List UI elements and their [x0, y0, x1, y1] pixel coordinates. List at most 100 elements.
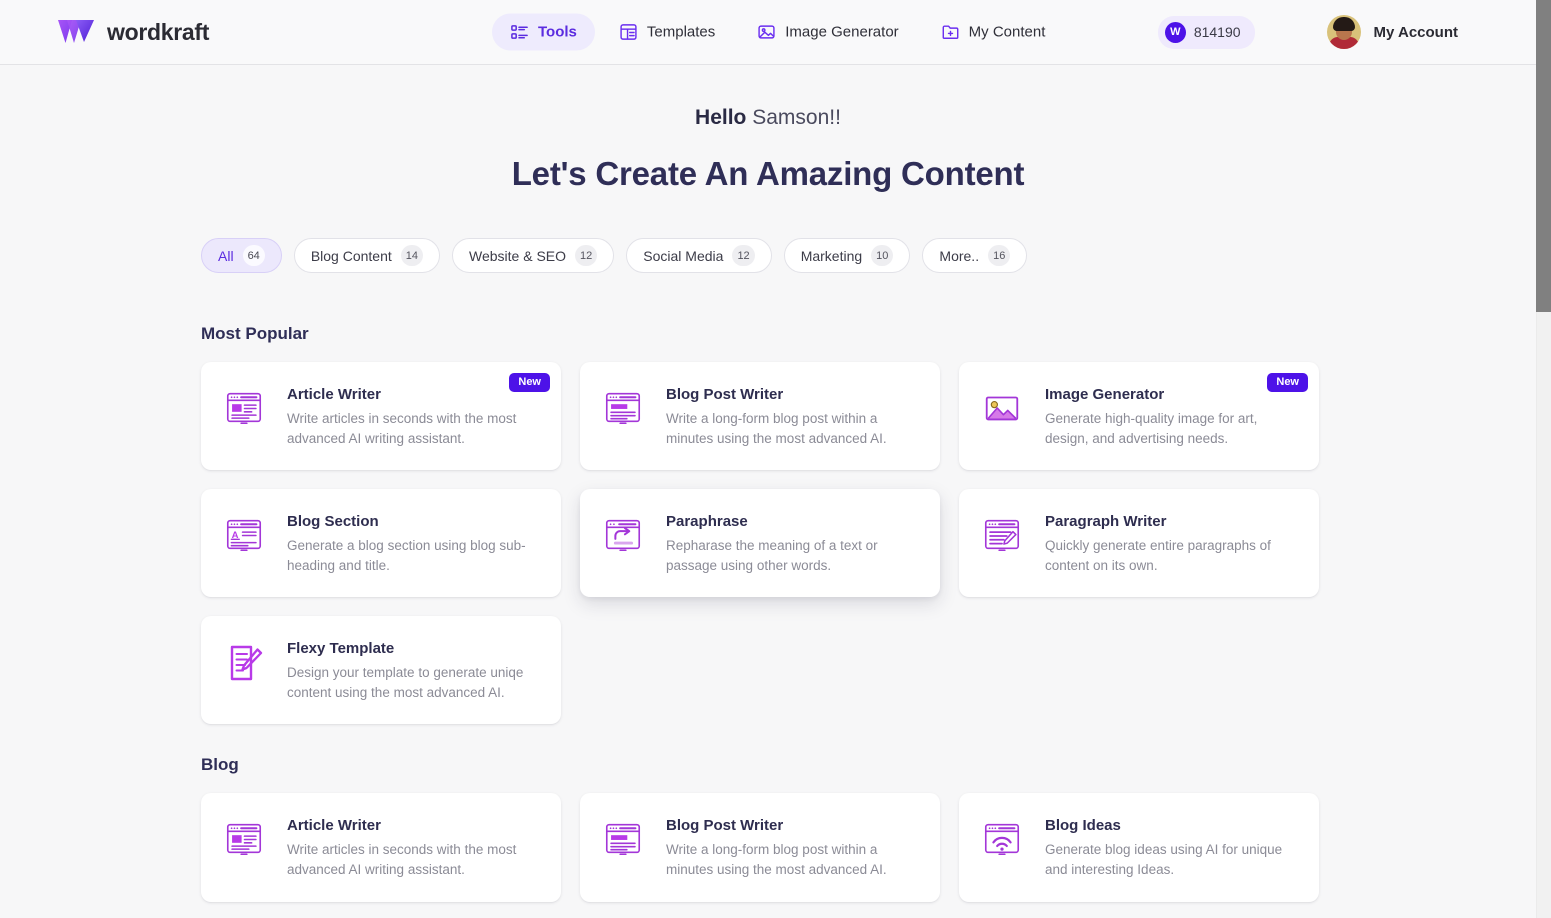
filter-pill-website-seo[interactable]: Website & SEO 12: [452, 238, 615, 273]
greeting-line: Hello Samson!!: [0, 106, 1536, 130]
status-badge-new: New: [509, 373, 550, 392]
wordkraft-w-logo-icon: [58, 18, 96, 46]
nav-label-my-content: My Content: [968, 23, 1046, 41]
tool-card-blog-post-writer[interactable]: Blog Post Writer Write a long-form blog …: [580, 793, 940, 902]
paraphrase-arrow-window-icon: [602, 514, 646, 558]
filter-label: More..: [939, 247, 980, 264]
nav-label-templates: Templates: [646, 23, 716, 41]
tool-card-grid: Article Writer Write articles in seconds…: [201, 362, 1536, 725]
tool-card-body: Blog Section Generate a blog section usi…: [287, 511, 537, 575]
filter-pill-marketing[interactable]: Marketing 10: [783, 238, 911, 273]
tool-card-paragraph-writer[interactable]: Paragraph Writer Quickly generate entire…: [959, 489, 1319, 598]
hero-section: Hello Samson!! Let's Create An Amazing C…: [0, 65, 1536, 193]
tool-card-body: Paragraph Writer Quickly generate entire…: [1045, 511, 1295, 575]
credits-badge[interactable]: W 814190: [1157, 15, 1255, 49]
tool-card-title: Blog Ideas: [1045, 817, 1121, 835]
tool-card-title: Article Writer: [287, 386, 381, 403]
grid-layout-icon: [619, 23, 638, 42]
tool-card-image-generator[interactable]: Image Generator Generate high-quality im…: [959, 362, 1319, 471]
tool-card-article-writer[interactable]: Article Writer Write articles in seconds…: [201, 362, 561, 471]
tool-card-article-writer[interactable]: Article Writer Write articles in seconds…: [201, 793, 561, 902]
page-scrollbar-track[interactable]: [1536, 0, 1551, 918]
blog-post-window-icon: [602, 818, 646, 862]
credits-value: 814190: [1193, 24, 1241, 40]
nav-item-image-generator[interactable]: Image Generator: [739, 14, 916, 51]
tool-card-body: Flexy Template Design your template to g…: [287, 638, 537, 702]
tool-card-blog-ideas[interactable]: Blog Ideas Generate blog ideas using AI …: [959, 793, 1319, 902]
tool-card-description: Generate blog ideas using AI for unique …: [1045, 842, 1283, 877]
section-heading: Blog: [201, 755, 239, 775]
filter-label: Website & SEO: [469, 247, 567, 264]
tool-card-grid: Article Writer Write articles in seconds…: [201, 793, 1536, 918]
filter-label: Blog Content: [310, 247, 392, 264]
tool-card-title: Blog Post Writer: [666, 386, 784, 403]
image-picture-icon: [981, 387, 1025, 431]
tool-card-title: Blog Post Writer: [666, 817, 784, 835]
blog-section-window-icon: A: [223, 514, 267, 558]
filter-count: 64: [242, 245, 265, 266]
nav-label-image-generator: Image Generator: [785, 23, 899, 41]
image-icon: [757, 23, 776, 42]
account-menu[interactable]: My Account: [1326, 15, 1458, 49]
tool-card-body: Paraphrase Repharase the meaning of a te…: [666, 511, 916, 575]
page-title: Let's Create An Amazing Content: [511, 155, 1025, 192]
section-heading: Most Popular: [201, 324, 309, 343]
nav-item-templates[interactable]: Templates: [601, 14, 733, 51]
paragraph-pencil-window-icon: [981, 514, 1025, 558]
tool-card-description: Quickly generate entire paragraphs of co…: [1045, 538, 1271, 573]
tool-card-paraphrase[interactable]: Paraphrase Repharase the meaning of a te…: [580, 489, 940, 598]
document-pencil-icon: [223, 641, 267, 685]
filter-pill-social-media[interactable]: Social Media 12: [626, 238, 772, 273]
status-badge-new: New: [1267, 373, 1308, 392]
brand-name: wordkraft: [107, 18, 210, 45]
brand-logo-link[interactable]: wordkraft: [58, 18, 209, 46]
tool-card-body: Blog Post Writer Write a long-form blog …: [666, 384, 916, 448]
nav-label-tools: Tools: [538, 23, 577, 41]
category-filter-bar: All 64 Blog Content 14 Website & SEO 12 …: [201, 238, 1536, 273]
app-header: wordkraft Tools Templates Image Generato…: [0, 0, 1536, 65]
tool-card-description: Write a long-form blog post within a min…: [666, 842, 887, 877]
article-window-icon: [223, 818, 267, 862]
tool-card-description: Design your template to generate uniqe c…: [287, 665, 524, 700]
tool-card-body: Blog Ideas Generate blog ideas using AI …: [1045, 815, 1295, 879]
tool-card-blog-section[interactable]: A Blog Section Generate a blog section u…: [201, 489, 561, 598]
filter-pill-more[interactable]: More.. 16: [922, 238, 1028, 273]
blog-ideas-signal-window-icon: [981, 818, 1025, 862]
filter-count: 14: [400, 245, 424, 266]
greeting-name: Samson!!: [746, 106, 841, 129]
tool-card-title: Article Writer: [287, 817, 381, 835]
page-viewport: wordkraft Tools Templates Image Generato…: [0, 0, 1536, 918]
tool-card-body: Article Writer Write articles in seconds…: [287, 815, 537, 879]
tool-card-title: Image Generator: [1045, 386, 1165, 403]
filter-pill-blog-content[interactable]: Blog Content 14: [293, 238, 441, 273]
article-window-icon: [223, 387, 267, 431]
filter-label: Marketing: [800, 247, 863, 264]
tool-card-flexy-template[interactable]: Flexy Template Design your template to g…: [201, 616, 561, 725]
primary-nav: Tools Templates Image Generator My Conte…: [492, 13, 1064, 51]
filter-label: All: [218, 247, 234, 264]
section-most-popular: Most Popular Article Writer Write articl…: [0, 324, 1536, 725]
filter-count: 12: [732, 245, 755, 266]
tool-card-description: Write articles in seconds with the most …: [287, 842, 517, 877]
tool-card-description: Write a long-form blog post within a min…: [666, 411, 887, 446]
tool-card-body: Blog Post Writer Write a long-form blog …: [666, 815, 916, 879]
filter-label: Social Media: [643, 247, 724, 264]
tool-card-description: Generate a blog section using blog sub-h…: [287, 538, 526, 573]
avatar: [1326, 15, 1361, 49]
folder-plus-icon: [941, 23, 960, 42]
tool-card-blog-post-writer[interactable]: Blog Post Writer Write a long-form blog …: [580, 362, 940, 471]
header-right-group: W 814190 My Account: [1157, 15, 1458, 49]
filter-count: 16: [988, 245, 1011, 266]
section-blog: Blog Article Writer Write articles in se…: [0, 755, 1536, 918]
filter-count: 10: [871, 245, 894, 266]
list-layout-icon: [510, 23, 529, 42]
tool-card-title: Paragraph Writer: [1045, 513, 1167, 531]
nav-item-tools[interactable]: Tools: [492, 13, 595, 51]
wordkraft-coin-icon: W: [1164, 21, 1186, 43]
page-scrollbar-thumb[interactable]: [1536, 0, 1551, 312]
tool-card-title: Flexy Template: [287, 640, 395, 658]
tool-card-description: Repharase the meaning of a text or passa…: [666, 538, 878, 573]
filter-pill-all[interactable]: All 64: [201, 238, 282, 273]
greeting-hello: Hello: [695, 106, 747, 129]
nav-item-my-content[interactable]: My Content: [923, 14, 1064, 51]
